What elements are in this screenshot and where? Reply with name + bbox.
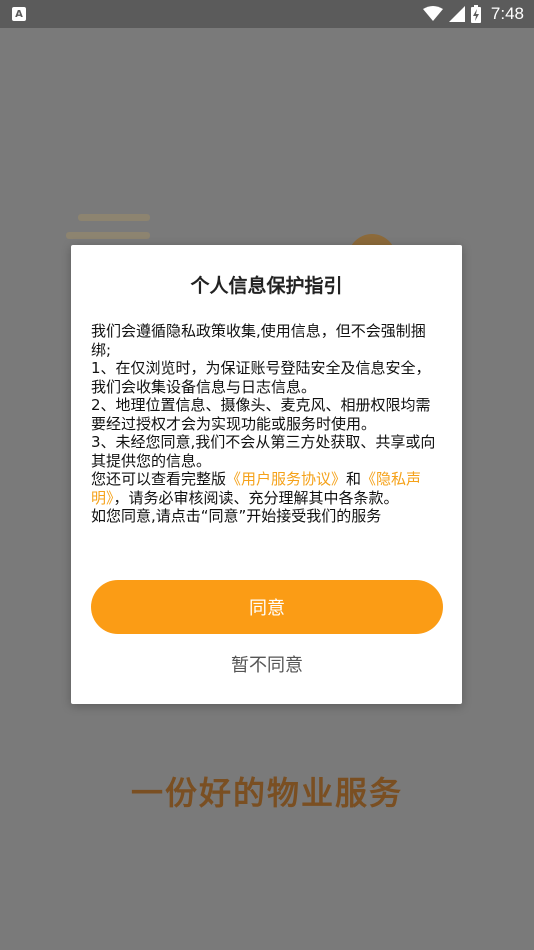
dialog-paragraph: 我们会遵循隐私政策收集,使用信息，但不会强制捆绑;	[91, 322, 426, 359]
cell-signal-icon	[448, 6, 465, 22]
dialog-paragraph-links: 您还可以查看完整版《用户服务协议》和《隐私声明》，请务必审核阅读、充分理解其中各…	[91, 470, 443, 507]
dialog-title: 个人信息保护指引	[190, 275, 343, 297]
battery-charging-icon	[470, 5, 481, 23]
user-agreement-link[interactable]: 《用户服务协议》	[226, 470, 346, 488]
privacy-dialog: 个人信息保护指引 我们会遵循隐私政策收集,使用信息，但不会强制捆绑; 1、在仅浏…	[71, 245, 462, 704]
agree-button[interactable]: 同意	[91, 580, 443, 634]
decor-line	[78, 214, 150, 221]
status-clock: 7:48	[490, 4, 524, 23]
decor-line	[66, 232, 150, 239]
dialog-text: ，请务必审核阅读、充分理解其中各条款。	[113, 488, 399, 507]
status-right: 7:48	[422, 4, 524, 24]
dialog-paragraph: 2、地理位置信息、摄像头、麦克风、相册权限均需要经过授权才会为实现功能或服务时使…	[91, 396, 431, 433]
dialog-text: 和	[346, 470, 362, 488]
notification-app-icon: A	[12, 7, 26, 21]
dialog-paragraph: 3、未经您同意,我们不会从第三方处获取、共享或向其提供您的信息。	[91, 433, 436, 470]
status-bar: A 7:48	[0, 0, 534, 28]
wifi-icon	[422, 6, 443, 21]
disagree-button[interactable]: 暂不同意	[91, 649, 443, 679]
dialog-body: 我们会遵循隐私政策收集,使用信息，但不会强制捆绑; 1、在仅浏览时，为保证账号登…	[91, 322, 443, 526]
splash-slogan: 一份好的物业服务	[130, 774, 403, 812]
dialog-text: 您还可以查看完整版	[91, 470, 227, 488]
status-left: A	[12, 7, 26, 21]
dialog-paragraph: 1、在仅浏览时，为保证账号登陆安全及信息安全，我们会收集设备信息与日志信息。	[91, 359, 431, 396]
dialog-paragraph: 如您同意,请点击“同意”开始接受我们的服务	[91, 507, 382, 525]
